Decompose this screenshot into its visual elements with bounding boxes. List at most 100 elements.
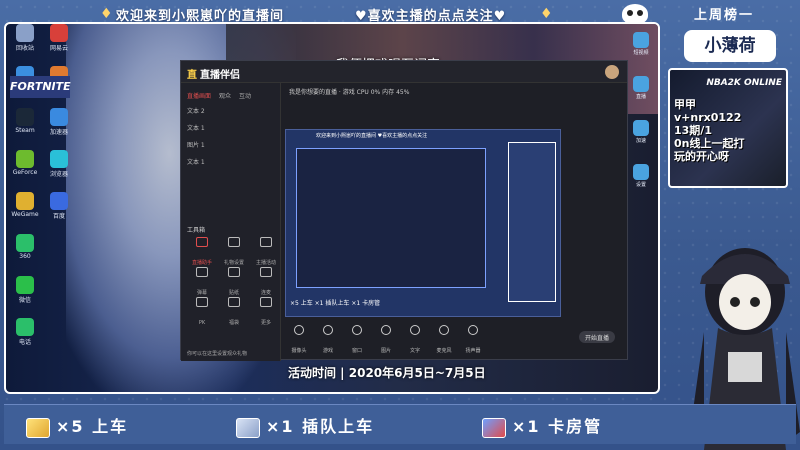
app-titlebar: 直直播伴侣	[181, 61, 627, 83]
app-icon	[633, 164, 649, 180]
preview-side-panel	[508, 142, 556, 302]
gold-ticket-icon	[26, 417, 50, 438]
tool-button[interactable]: 礼物设置	[219, 235, 249, 266]
mini-app-icon[interactable]: 短视频	[624, 32, 658, 72]
tool-button[interactable]: 直播助手	[187, 235, 217, 266]
mini-app-icon[interactable]: 加速	[624, 120, 658, 160]
desktop-icon-column-2: 网易云腾讯加速器浏览器百度	[38, 22, 78, 234]
scene-list: 文本 2 文本 1 图片 1 文本 1	[181, 102, 280, 170]
desktop-icon[interactable]: 360	[4, 234, 46, 272]
source-control[interactable]: 图片	[372, 323, 400, 356]
source-controls: 摄像头 游戏 窗口 图片 文字 麦克风 扬声器	[285, 323, 625, 355]
mini-app-icon[interactable]: 直播	[624, 76, 658, 116]
desktop-icon-label: 360	[19, 253, 31, 260]
source-control[interactable]: 文字	[401, 323, 429, 356]
mini-icon-label: 直播	[635, 94, 646, 100]
app-icon	[16, 192, 34, 210]
tool-button[interactable]: 主播活动	[251, 235, 281, 266]
tool-label: PK	[198, 320, 206, 326]
tool-button[interactable]: PK	[187, 295, 217, 326]
app-sidebar: 直播画面 观众 互动 文本 2 文本 1 图片 1 文本 1 工具箱 直播助手 礼物设置 主播…	[181, 83, 281, 361]
desktop-icon-label: 浏览器	[49, 171, 68, 178]
tool-icon	[196, 267, 208, 277]
control-label: 游戏	[322, 348, 333, 354]
plane-icon	[236, 417, 260, 438]
app-notice: 你可以在这里设置观众礼物	[187, 351, 248, 357]
sidebar-tabs: 直播画面 观众 互动	[181, 83, 280, 102]
control-label: 文字	[409, 348, 420, 354]
tool-label: 福袋	[228, 320, 239, 326]
control-icon	[410, 325, 420, 335]
desktop-icon[interactable]: 电话	[4, 318, 46, 356]
tool-button[interactable]: 弹幕	[187, 265, 217, 296]
app-logo-name: 直播伴侣	[200, 70, 240, 81]
app-icon	[16, 276, 34, 294]
tool-button[interactable]: 福袋	[219, 295, 249, 326]
app-icon	[50, 150, 68, 168]
tool-button[interactable]: 贴纸	[219, 265, 249, 296]
control-label: 摄像头	[291, 348, 307, 354]
mini-app-icon[interactable]: 设置	[624, 164, 658, 204]
source-control[interactable]: 扬声器	[459, 323, 487, 356]
tool-icon	[260, 237, 272, 247]
app-icon	[633, 120, 649, 136]
desktop-icon[interactable]: 网易云	[38, 24, 80, 62]
scene-item[interactable]: 图片 1	[181, 136, 280, 153]
source-control[interactable]: 窗口	[343, 323, 371, 356]
desktop-icon-label: 百度	[52, 213, 65, 220]
preview-nested-screen	[296, 148, 486, 288]
tab-0[interactable]: 直播画面	[187, 91, 211, 100]
app-icon	[16, 318, 34, 336]
gift-item: ×5 上车	[26, 413, 128, 439]
start-live-button[interactable]: 开始直播	[579, 331, 615, 343]
rocket-icon	[482, 417, 506, 438]
scene-item[interactable]: 文本 1	[181, 153, 280, 170]
promo-panel: NBA2K ONLINE 甲甲 v+nrx0122 13期/1 0n线上一起打 …	[668, 68, 788, 188]
app-icon	[16, 150, 34, 168]
activity-period-text: 活动时间 | 2020年6月5日~7月5日	[288, 366, 486, 380]
desktop-icon[interactable]: 加速器	[38, 108, 80, 146]
desktop-icon[interactable]: 浏览器	[38, 150, 80, 188]
fortnite-shortcut[interactable]: FORTNITE	[10, 76, 71, 98]
tool-label: 更多	[260, 320, 271, 326]
control-label: 扬声器	[465, 348, 481, 354]
app-icon	[16, 108, 34, 126]
control-icon	[439, 325, 449, 335]
source-control[interactable]: 游戏	[314, 323, 342, 356]
gift-bar: ×5 上车 ×1 插队上车 ×1 卡房管	[4, 404, 796, 444]
tool-icon	[260, 267, 272, 277]
tool-icon	[196, 297, 208, 307]
stream-overlay: ♦ 欢迎来到小熙崽吖的直播间 ♥喜欢主播的点点关注♥ ♦ 我便把戏唱至词穷 活动…	[0, 0, 800, 450]
tab-2[interactable]: 互动	[239, 91, 251, 100]
preview-banner: 欢迎来到小熙崽吖的直播间 ♥喜欢主播的点点关注	[316, 133, 428, 139]
app-logo: 直直播伴侣	[187, 66, 240, 81]
gift-label: ×1 卡房管	[512, 417, 603, 436]
source-control[interactable]: 摄像头	[285, 323, 313, 356]
promo-text: 甲甲 v+nrx0122 13期/1 0n线上一起打 玩的开心呀	[674, 98, 745, 163]
app-icon	[50, 24, 68, 42]
source-control[interactable]: 麦克风	[430, 323, 458, 356]
gift-item: ×1 卡房管	[482, 413, 602, 439]
app-icon	[50, 192, 68, 210]
tool-button[interactable]: 连麦	[251, 265, 281, 296]
tab-1[interactable]: 观众	[219, 91, 231, 100]
control-label: 窗口	[351, 348, 362, 354]
tool-icon	[228, 267, 240, 277]
toolbox-title: 工具箱	[187, 227, 206, 234]
mini-icon-label: 加速	[635, 138, 646, 144]
tool-button[interactable]: 更多	[251, 295, 281, 326]
scene-item[interactable]: 文本 1	[181, 119, 280, 136]
gift-item: ×1 插队上车	[236, 413, 374, 439]
scene-item[interactable]: 文本 2	[181, 102, 280, 119]
mini-icon-label: 短视频	[633, 50, 649, 56]
stream-preview: 欢迎来到小熙崽吖的直播间 ♥喜欢主播的点点关注 ×5 上车 ×1 插队上车 ×1…	[285, 129, 561, 317]
control-label: 图片	[380, 348, 391, 354]
tool-icon	[196, 237, 208, 247]
app-header-info: 我是你想要的直播 · 游戏 CPU 0% 内存 45%	[289, 89, 410, 96]
app-icon	[16, 24, 34, 42]
user-avatar[interactable]	[605, 65, 619, 79]
desktop-icon[interactable]: 百度	[38, 192, 80, 230]
tool-icon	[228, 297, 240, 307]
control-icon	[468, 325, 478, 335]
desktop-icon[interactable]: 微信	[4, 276, 46, 314]
